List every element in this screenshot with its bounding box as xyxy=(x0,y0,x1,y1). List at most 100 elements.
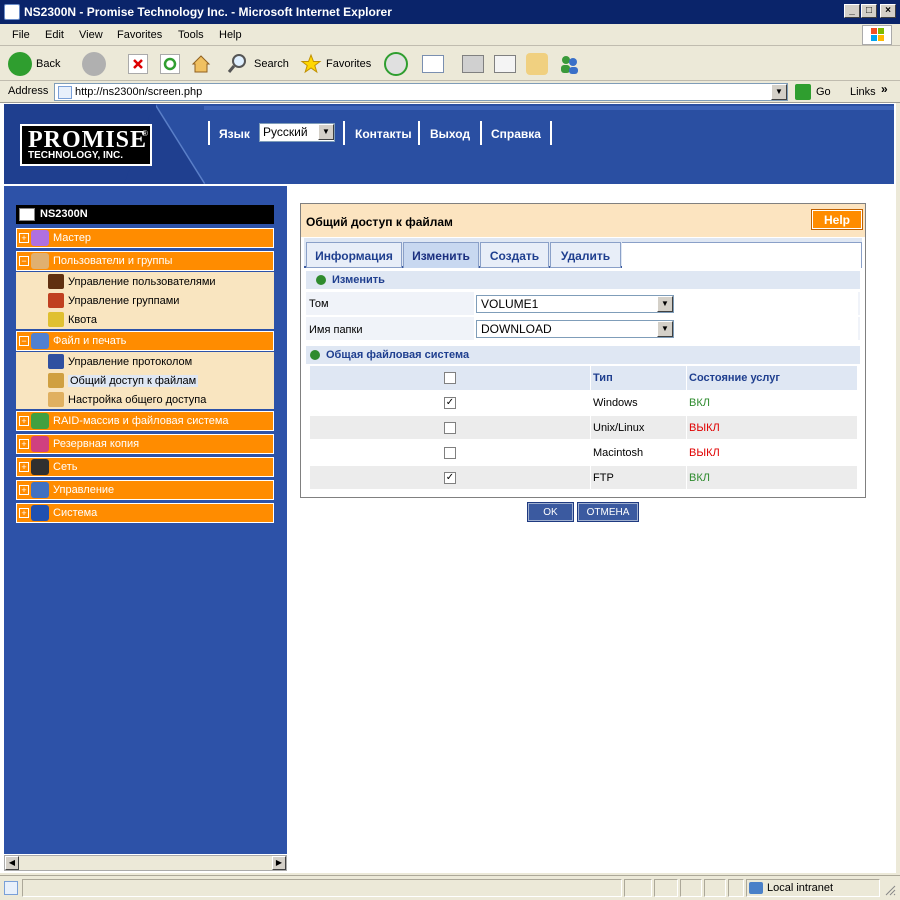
help-button[interactable]: Help xyxy=(811,209,863,230)
filesystem-section-header: Общая файловая система xyxy=(306,346,860,364)
tree-item-share-settings[interactable]: Настройка общего доступа xyxy=(68,394,206,406)
favorites-button-label[interactable]: Favorites xyxy=(326,58,371,70)
search-button-label[interactable]: Search xyxy=(254,58,289,70)
table-cell-type: FTP xyxy=(591,465,687,489)
expand-icon[interactable]: + xyxy=(19,439,29,449)
resize-grip-icon[interactable] xyxy=(884,884,896,896)
tree-item-protocol-management[interactable]: Управление протоколом xyxy=(68,356,192,368)
windows-logo-icon xyxy=(862,25,892,45)
row-checkbox[interactable] xyxy=(444,422,456,434)
tab-info[interactable]: Информация xyxy=(306,242,402,268)
address-input[interactable]: http://ns2300n/screen.php ▼ xyxy=(54,83,788,101)
back-arrow-icon[interactable] xyxy=(8,52,32,76)
language-select[interactable]: Русский ▼ xyxy=(259,123,335,142)
address-dropdown-arrow-icon[interactable]: ▼ xyxy=(771,84,787,100)
network-icon xyxy=(31,459,49,475)
chevron-right-icon[interactable]: » xyxy=(881,82,888,96)
go-arrow-icon[interactable] xyxy=(795,84,811,100)
print-icon[interactable] xyxy=(462,55,484,73)
tab-create[interactable]: Создать xyxy=(480,242,549,268)
stop-icon[interactable] xyxy=(128,54,148,74)
tree-item-group-management[interactable]: Управление группами xyxy=(68,295,179,307)
tree-item-file-sharing[interactable]: Общий доступ к файлам xyxy=(68,375,199,387)
tree-item-raid[interactable]: + RAID-массив и файловая система xyxy=(16,411,274,431)
home-icon[interactable] xyxy=(190,53,212,75)
menu-help[interactable]: Help xyxy=(219,29,242,41)
tree-root-label: NS2300N xyxy=(40,208,88,220)
history-icon[interactable] xyxy=(384,52,408,76)
messenger-icon[interactable] xyxy=(558,53,580,75)
zone-label: Local intranet xyxy=(767,882,834,894)
minimize-button[interactable]: _ xyxy=(844,4,860,18)
tree-root-ns2300n[interactable]: NS2300N xyxy=(16,205,274,224)
language-dropdown-arrow-icon[interactable]: ▼ xyxy=(318,124,334,140)
go-button-label[interactable]: Go xyxy=(816,86,831,98)
edit-icon[interactable] xyxy=(494,55,516,73)
menu-tools[interactable]: Tools xyxy=(178,29,204,41)
expand-icon[interactable]: + xyxy=(19,233,29,243)
links-label[interactable]: Links xyxy=(850,86,876,98)
select-all-checkbox[interactable] xyxy=(444,372,456,384)
refresh-icon[interactable] xyxy=(160,54,180,74)
edit-section-title: Изменить xyxy=(332,274,385,286)
folder-name-select[interactable]: DOWNLOAD ▼ xyxy=(476,320,674,338)
menu-file[interactable]: File xyxy=(12,29,30,41)
volume-select-value[interactable]: VOLUME1 xyxy=(481,297,538,311)
tree-item-user-management[interactable]: Управление пользователями xyxy=(68,276,216,288)
expand-icon[interactable]: + xyxy=(19,416,29,426)
menu-view[interactable]: View xyxy=(79,29,103,41)
folder-dropdown-arrow-icon[interactable]: ▼ xyxy=(657,321,673,337)
expand-icon[interactable]: + xyxy=(19,508,29,518)
language-select-value[interactable]: Русский xyxy=(263,125,308,139)
tab-edit[interactable]: Изменить xyxy=(403,242,479,268)
user-icon xyxy=(48,274,64,289)
collapse-icon[interactable]: − xyxy=(19,336,29,346)
folder-select-value[interactable]: DOWNLOAD xyxy=(481,322,552,336)
header-divider xyxy=(343,121,345,145)
row-checkbox[interactable] xyxy=(444,447,456,459)
tree-item-users-groups[interactable]: − Пользователи и группы xyxy=(16,251,274,271)
address-label: Address xyxy=(8,85,49,97)
collapse-icon[interactable]: − xyxy=(19,256,29,266)
forward-arrow-icon[interactable] xyxy=(82,52,106,76)
tree-item-file-print[interactable]: − Файл и печать xyxy=(16,331,274,351)
tree-item-quota[interactable]: Квота xyxy=(68,314,97,326)
mail-icon[interactable] xyxy=(422,55,444,73)
discuss-icon[interactable] xyxy=(526,53,548,75)
search-icon[interactable] xyxy=(226,53,248,75)
tree-item-management[interactable]: + Управление xyxy=(16,480,274,500)
tree-item-network[interactable]: + Сеть xyxy=(16,457,274,477)
table-row-cell xyxy=(310,415,591,439)
logo-text-sub: TECHNOLOGY, INC. xyxy=(28,150,124,161)
maximize-button[interactable]: □ xyxy=(861,4,877,18)
back-button-label[interactable]: Back xyxy=(36,58,60,70)
table-row-cell: ✓ xyxy=(310,465,591,489)
ok-button[interactable]: OK xyxy=(527,502,574,522)
filesystem-section-title: Общая файловая система xyxy=(326,349,470,361)
scroll-left-arrow-icon[interactable]: ◀ xyxy=(5,856,19,870)
help-link[interactable]: Справка xyxy=(491,127,541,141)
tree-item-label: Пользователи и группы xyxy=(53,255,173,267)
contacts-link[interactable]: Контакты xyxy=(355,127,412,141)
logout-link[interactable]: Выход xyxy=(430,127,470,141)
tab-bar-filler xyxy=(622,242,862,268)
tree-item-wizard[interactable]: + Мастер xyxy=(16,228,274,248)
scroll-right-arrow-icon[interactable]: ▶ xyxy=(272,856,286,870)
menu-favorites[interactable]: Favorites xyxy=(117,29,162,41)
tab-delete[interactable]: Удалить xyxy=(550,242,621,268)
folder-share-icon xyxy=(48,373,64,388)
tree-item-backup[interactable]: + Резервная копия xyxy=(16,434,274,454)
favorites-star-icon[interactable] xyxy=(300,53,322,75)
expand-icon[interactable]: + xyxy=(19,462,29,472)
volume-dropdown-arrow-icon[interactable]: ▼ xyxy=(657,296,673,312)
close-button[interactable]: × xyxy=(880,4,896,18)
horizontal-scrollbar[interactable]: ◀ ▶ xyxy=(4,855,287,871)
expand-icon[interactable]: + xyxy=(19,485,29,495)
menu-edit[interactable]: Edit xyxy=(45,29,64,41)
cancel-button[interactable]: ОТМЕНА xyxy=(577,502,639,522)
volume-select[interactable]: VOLUME1 ▼ xyxy=(476,295,674,313)
address-url[interactable]: http://ns2300n/screen.php xyxy=(75,86,202,98)
row-checkbox[interactable]: ✓ xyxy=(444,472,456,484)
tree-item-system[interactable]: + Система xyxy=(16,503,274,523)
row-checkbox[interactable]: ✓ xyxy=(444,397,456,409)
